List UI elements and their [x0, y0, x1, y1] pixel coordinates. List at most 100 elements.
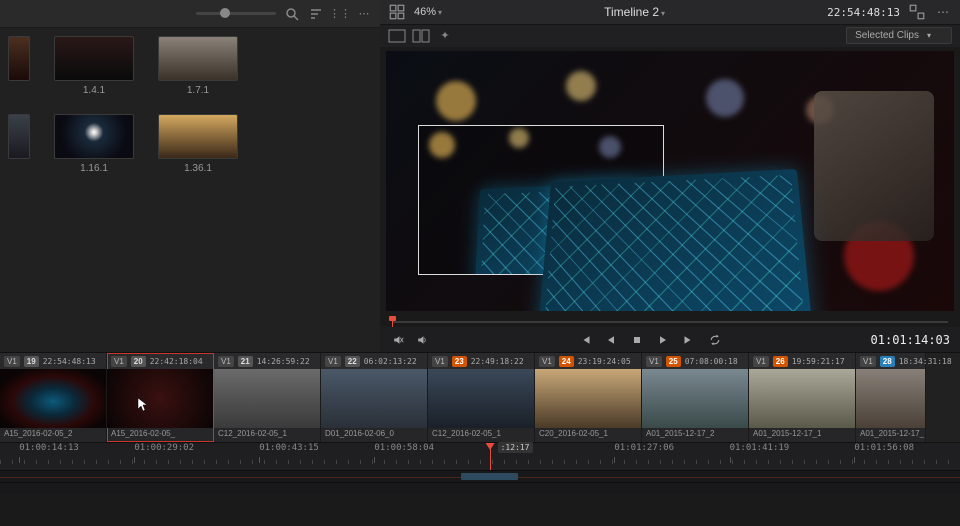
- clip-thumbnail: [54, 36, 134, 81]
- cursor-icon: [137, 397, 149, 413]
- strip-clip[interactable]: V12423:19:24:05C20_2016-02-05_1: [535, 353, 642, 442]
- media-clip-partial[interactable]: [8, 114, 30, 159]
- track-badge: V1: [4, 356, 20, 367]
- reverse-button[interactable]: [603, 332, 619, 348]
- clip-number-badge: 21: [238, 356, 253, 367]
- timeline-ruler[interactable]: 01:00:14:1301:00:29:0201:00:43:1501:00:5…: [0, 442, 960, 470]
- media-clip[interactable]: 1.7.1: [158, 36, 238, 96]
- unmute-icon[interactable]: [390, 332, 406, 348]
- strip-thumbnail: [642, 369, 748, 428]
- track-badge: V1: [753, 356, 769, 367]
- clips-grid: 1.4.1 1.7.1 1.16.1 1.36.1: [0, 28, 380, 182]
- strip-clip-header: V12619:59:21:17: [749, 353, 855, 369]
- more-icon[interactable]: ⋯: [356, 6, 372, 22]
- clip-number-badge: 26: [773, 356, 788, 367]
- list-icon[interactable]: ⋮⋮: [332, 6, 348, 22]
- strip-clip[interactable]: V12818:34:31:18 A01_2015-12-17_: [856, 353, 926, 442]
- strip-clip-name: C12_2016-02-05_1: [214, 428, 320, 442]
- strip-clip-timecode: 14:26:59:22: [257, 357, 310, 366]
- current-timecode[interactable]: 01:01:14:03: [871, 333, 950, 347]
- loop-button[interactable]: [707, 332, 723, 348]
- strip-clip[interactable]: V12206:02:13:22D01_2016-02-06_0: [321, 353, 428, 442]
- strip-clip-header: V12206:02:13:22: [321, 353, 427, 369]
- strip-clip[interactable]: V12507:08:00:18A01_2015-12-17_2: [642, 353, 749, 442]
- strip-clip[interactable]: V12022:42:18:04A15_2016-02-05_: [107, 353, 214, 442]
- strip-clip-name: A15_2016-02-05_2: [0, 428, 106, 442]
- viewer-options-icon[interactable]: ⋯: [934, 3, 952, 21]
- clip-thumbnail: [158, 36, 238, 81]
- transport-bar: 01:01:14:03: [380, 327, 960, 352]
- sort-icon[interactable]: [308, 6, 324, 22]
- media-clip[interactable]: 1.16.1: [54, 114, 134, 174]
- track-badge: V1: [325, 356, 341, 367]
- strip-clip[interactable]: V1 19 22:54:48:13 A15_2016-02-05_2: [0, 353, 107, 442]
- stop-button[interactable]: [629, 332, 645, 348]
- search-icon[interactable]: [284, 6, 300, 22]
- playhead-marker[interactable]: [392, 317, 393, 327]
- highlight-icon[interactable]: ✦: [436, 29, 454, 43]
- viewer-scrubber[interactable]: [386, 315, 954, 328]
- strip-clip-header: V1 19 22:54:48:13: [0, 353, 106, 369]
- media-clip[interactable]: 1.36.1: [158, 114, 238, 174]
- viewer-subtoolbar: ✦ Selected Clips: [380, 25, 960, 46]
- ruler-ticks: [0, 460, 960, 464]
- media-clip[interactable]: 1.4.1: [54, 36, 134, 96]
- clip-number-badge: 22: [345, 356, 360, 367]
- zoom-dropdown[interactable]: 46%▾: [414, 6, 442, 18]
- strip-clip[interactable]: V12322:49:18:22C12_2016-02-05_1: [428, 353, 535, 442]
- timeline-track-v2[interactable]: [0, 482, 960, 494]
- ruler-timecode-mark: 01:00:14:13: [19, 443, 79, 453]
- strip-clip-timecode: 22:54:48:13: [43, 357, 96, 366]
- clip-thumbnail: [54, 114, 134, 159]
- clip-number-badge: 19: [24, 356, 39, 367]
- track-badge: V1: [860, 356, 876, 367]
- split-screen-icon[interactable]: [412, 29, 430, 43]
- strip-clip[interactable]: V12114:26:59:22C12_2016-02-05_1: [214, 353, 321, 442]
- strip-clip-header: V1 24 23:19:24:05: [535, 353, 641, 369]
- ruler-timecode-mark: 01:01:56:08: [854, 443, 914, 453]
- strip-thumbnail: [535, 369, 641, 428]
- fit-icon[interactable]: [388, 3, 406, 21]
- clip-number-badge: 23: [452, 356, 467, 367]
- ruler-timecode-mark: 01:01:27:06: [614, 443, 674, 453]
- prev-clip-button[interactable]: [577, 332, 593, 348]
- viewer-toolbar: 46%▾ Timeline 2▾ 22:54:48:13 ⋯: [380, 0, 960, 25]
- strip-clip-name: A01_2015-12-17_1: [749, 428, 855, 442]
- strip-clip-timecode: 22:49:18:22: [471, 357, 524, 366]
- track-badge: V1: [432, 356, 448, 367]
- strip-clip-header: V12507:08:00:18: [642, 353, 748, 369]
- strip-clip-header: V1 23 22:49:18:22: [428, 353, 534, 369]
- clip-thumbnail-strip[interactable]: V11922:54:48:13A15_2016-02-05_2V12022:42…: [0, 352, 960, 442]
- strip-thumbnail: [0, 369, 106, 428]
- strip-clip-timecode: 22:42:18:04: [150, 357, 203, 366]
- master-timecode[interactable]: 22:54:48:13: [827, 6, 900, 19]
- strip-clip-name: A15_2016-02-05_: [107, 428, 213, 442]
- expand-icon[interactable]: [908, 3, 926, 21]
- play-button[interactable]: [655, 332, 671, 348]
- ruler-timecode-mark: 01:00:43:15: [259, 443, 319, 453]
- mute-icon[interactable]: [414, 332, 430, 348]
- clip-number-badge: 24: [559, 356, 574, 367]
- viewer-panel: 46%▾ Timeline 2▾ 22:54:48:13 ⋯ ✦ Selecte…: [380, 0, 960, 352]
- clip-thumbnail: [158, 114, 238, 159]
- clip-thumbnail: [8, 114, 30, 159]
- strip-thumbnail: [321, 369, 427, 428]
- timeline-playhead[interactable]: :12:17: [490, 443, 491, 470]
- track-badge: V1: [539, 356, 555, 367]
- media-clip-partial[interactable]: [8, 36, 30, 81]
- timeline-track-v1[interactable]: [0, 470, 960, 482]
- selected-clips-dropdown[interactable]: Selected Clips: [846, 27, 952, 44]
- track-badge: V1: [111, 356, 127, 367]
- strip-clip[interactable]: V12619:59:21:17A01_2015-12-17_1: [749, 353, 856, 442]
- thumbnail-zoom-slider[interactable]: [196, 12, 276, 15]
- strip-clip-header: V12818:34:31:18: [856, 353, 925, 369]
- strip-clip-name: A01_2015-12-17_: [856, 428, 925, 442]
- strip-clip-timecode: 07:08:00:18: [685, 357, 738, 366]
- clip-label: 1.7.1: [187, 85, 209, 96]
- strip-clip-timecode: 23:19:24:05: [578, 357, 631, 366]
- timeline-name-dropdown[interactable]: Timeline 2▾: [452, 5, 817, 19]
- image-wipe-icon[interactable]: [388, 29, 406, 43]
- strip-thumbnail: [107, 369, 213, 428]
- viewer-canvas[interactable]: [386, 51, 954, 311]
- next-clip-button[interactable]: [681, 332, 697, 348]
